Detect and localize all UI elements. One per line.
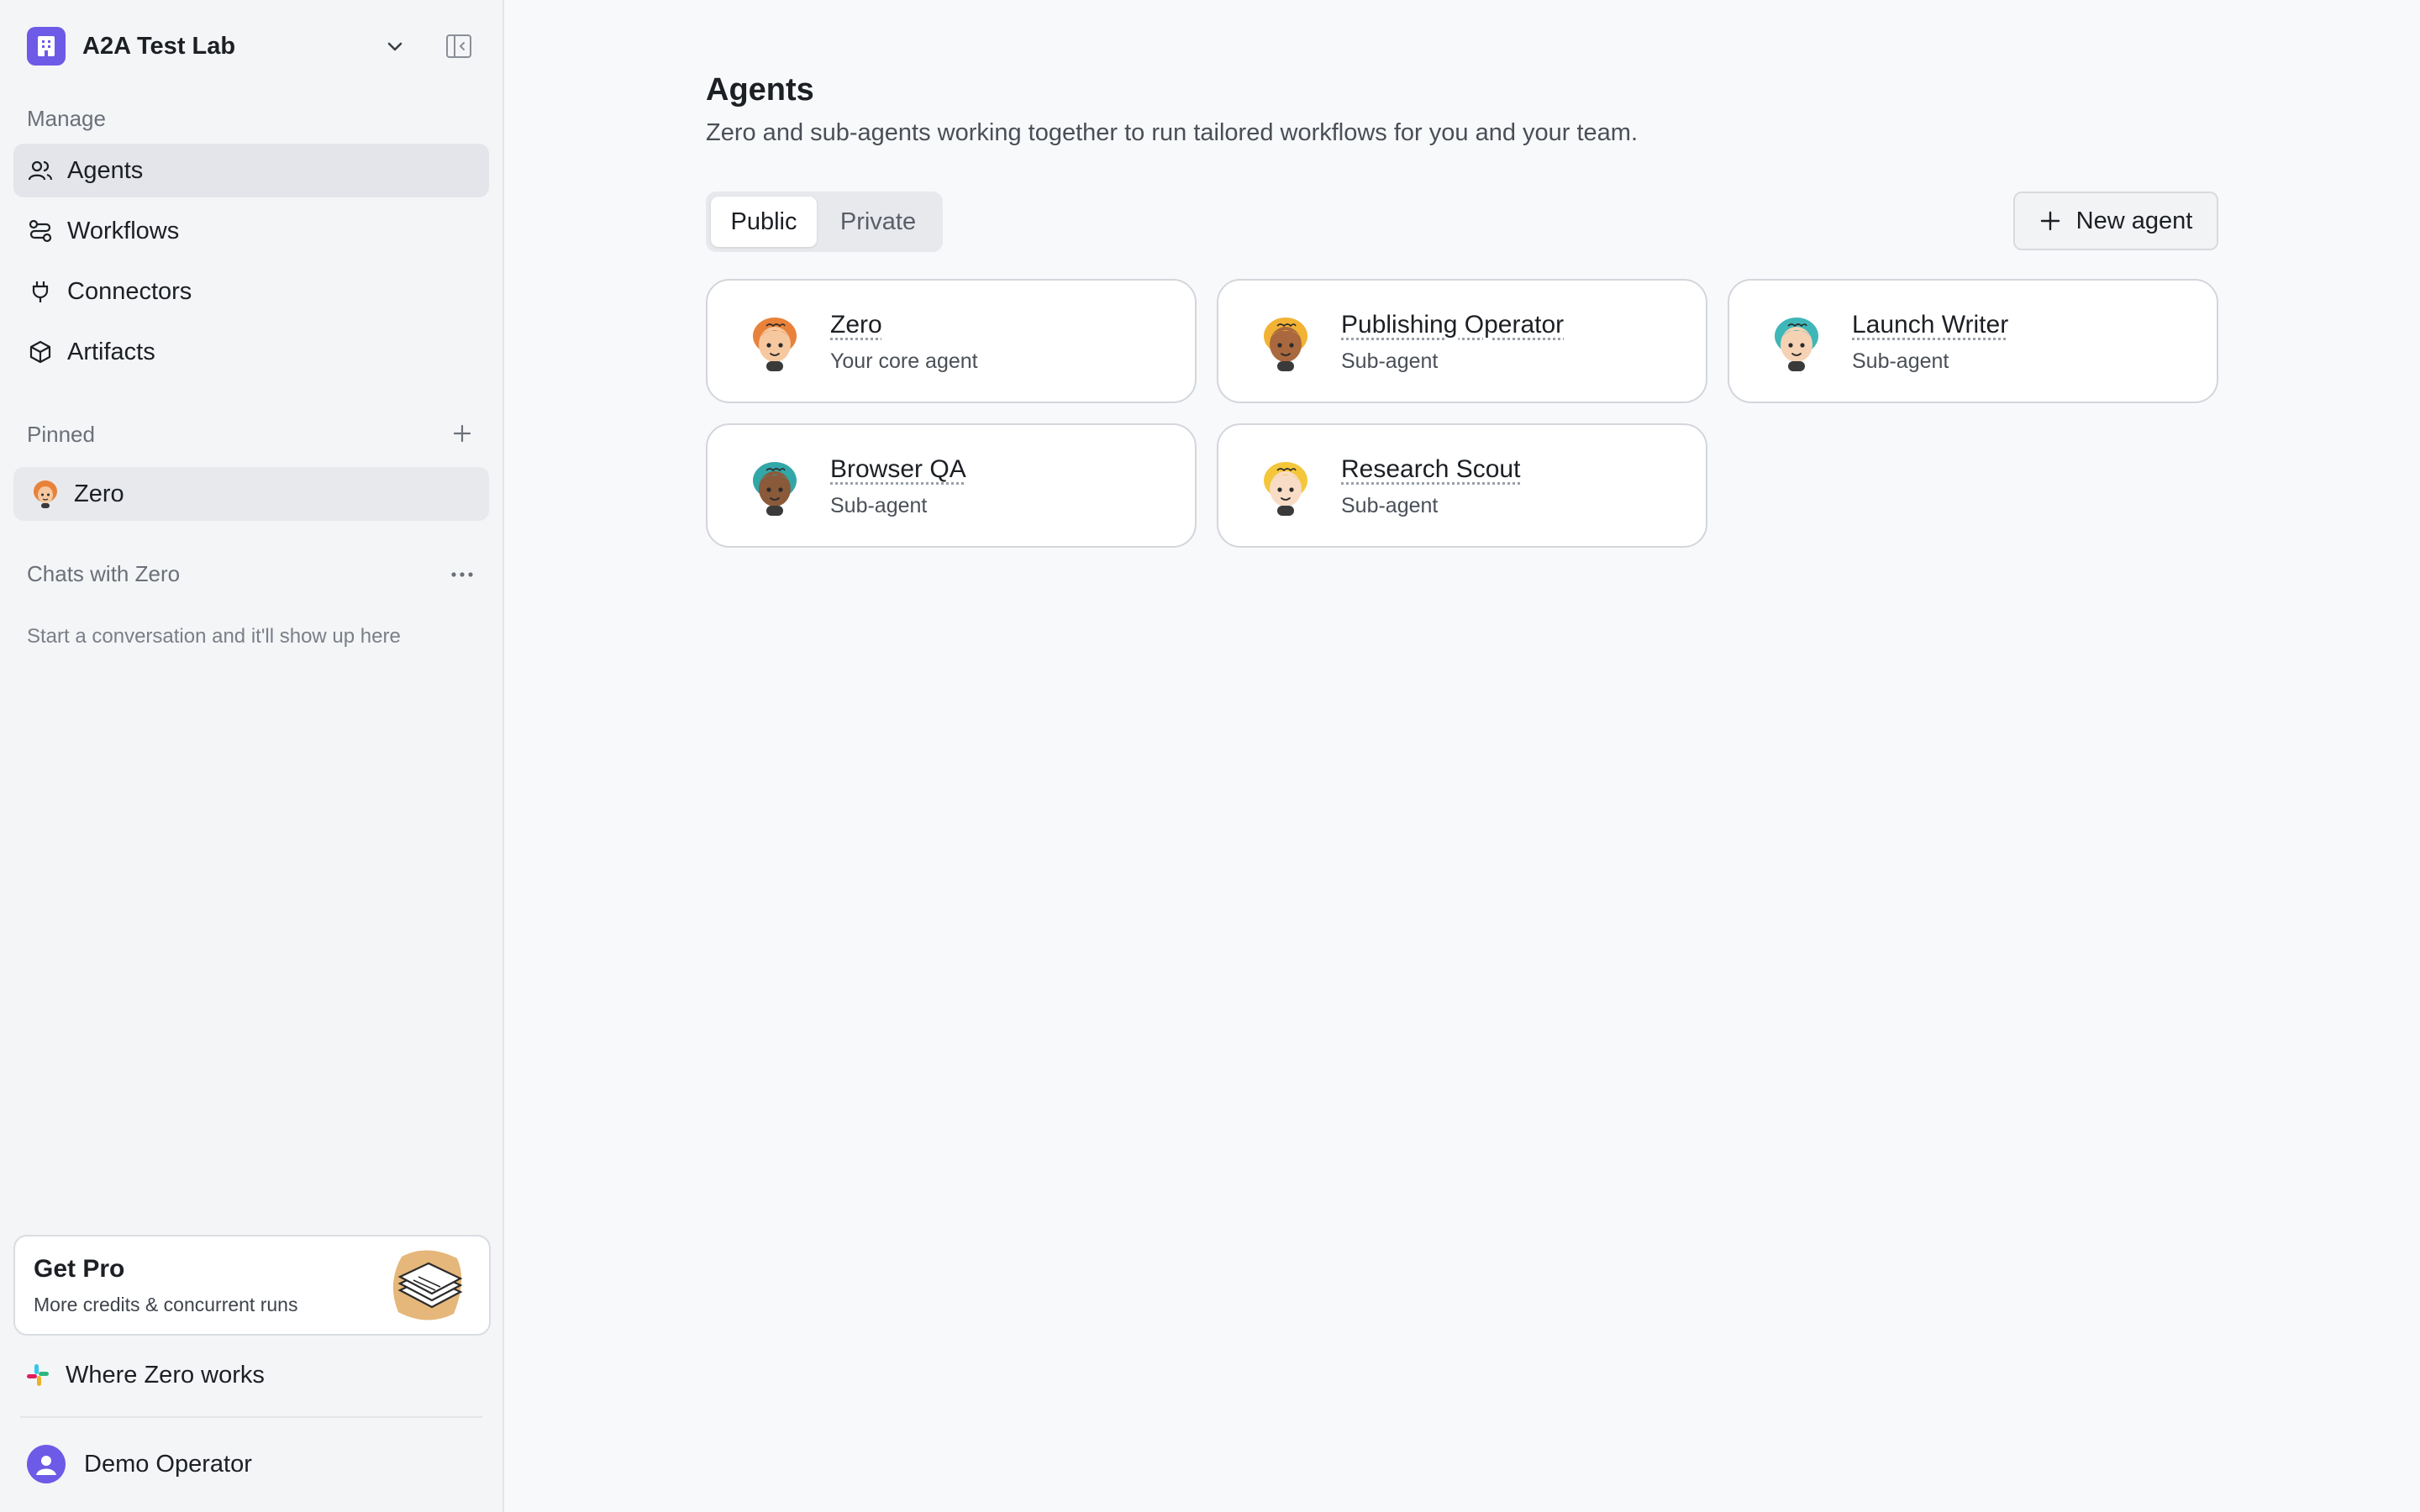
get-pro-title: Get Pro <box>34 1255 125 1283</box>
agent-name: Launch Writer <box>1852 311 2009 339</box>
research-scout-avatar-icon <box>1264 462 1307 516</box>
sidebar-item-agents[interactable]: Agents <box>13 144 489 197</box>
new-agent-button[interactable]: New agent <box>2013 192 2218 250</box>
agent-role: Sub-agent <box>830 494 928 517</box>
browser-qa-avatar-icon <box>753 462 797 516</box>
plus-icon <box>2040 211 2060 231</box>
pinned-item-zero[interactable]: Zero <box>13 467 489 521</box>
new-agent-label: New agent <box>2075 207 2193 234</box>
collapse-sidebar-icon[interactable] <box>444 31 474 61</box>
get-pro-subtitle: More credits & concurrent runs <box>34 1294 298 1315</box>
tab-public[interactable]: Public <box>711 197 817 247</box>
pinned-label: Pinned <box>27 422 95 447</box>
agent-name: Browser QA <box>830 455 966 483</box>
add-pin-icon[interactable] <box>449 420 476 447</box>
sidebar-item-label: Connectors <box>67 277 192 305</box>
workspace-name: A2A Test Lab <box>82 32 236 60</box>
sidebar-item-artifacts[interactable]: Artifacts <box>13 325 489 379</box>
user-menu[interactable]: Demo Operator <box>27 1443 252 1485</box>
agent-name: Research Scout <box>1341 455 1521 483</box>
agent-card-publishing-operator[interactable]: Publishing Operator Sub-agent <box>1217 279 1707 403</box>
chats-empty-note: Start a conversation and it'll show up h… <box>27 625 401 648</box>
agent-name: Publishing Operator <box>1341 311 1565 339</box>
more-options-icon[interactable] <box>447 563 477 586</box>
chats-label: Chats with Zero <box>27 561 181 586</box>
tab-private[interactable]: Private <box>818 197 938 247</box>
user-name: Demo Operator <box>84 1450 252 1478</box>
zero-avatar-icon <box>753 318 797 371</box>
zero-avatar-icon <box>34 480 57 508</box>
stack-illustration-icon <box>392 1250 463 1320</box>
sidebar-item-connectors[interactable]: Connectors <box>13 265 489 318</box>
agent-card-browser-qa[interactable]: Browser QA Sub-agent <box>706 423 1197 548</box>
visibility-tabs: Public Private <box>706 192 943 252</box>
users-icon <box>27 157 54 184</box>
avatar <box>27 1445 66 1483</box>
agent-card-zero[interactable]: Zero Your core agent <box>706 279 1197 403</box>
page-description: Zero and sub-agents working together to … <box>706 119 1639 146</box>
box-icon <box>27 339 54 365</box>
where-zero-works-link[interactable]: Where Zero works <box>25 1356 265 1394</box>
agent-role: Sub-agent <box>1341 349 1439 373</box>
agent-role: Your core agent <box>830 349 978 373</box>
manage-label: Manage <box>27 106 106 131</box>
sidebar-divider <box>20 1416 482 1418</box>
get-pro-card[interactable]: Get Pro More credits & concurrent runs <box>13 1235 491 1336</box>
agent-name: Zero <box>830 311 882 339</box>
sidebar-item-label: Artifacts <box>67 338 155 365</box>
workspace-switcher[interactable]: A2A Test Lab <box>27 27 476 66</box>
workflow-icon <box>27 218 54 244</box>
publishing-operator-avatar-icon <box>1264 318 1307 371</box>
agent-role: Sub-agent <box>1852 349 1949 373</box>
workspace-logo-icon <box>27 27 66 66</box>
agent-card-research-scout[interactable]: Research Scout Sub-agent <box>1217 423 1707 548</box>
user-icon <box>36 1456 56 1475</box>
pinned-item-label: Zero <box>74 480 124 507</box>
page-title: Agents <box>706 72 814 108</box>
plug-icon <box>27 278 54 305</box>
where-zero-works-label: Where Zero works <box>66 1361 265 1389</box>
agent-card-launch-writer[interactable]: Launch Writer Sub-agent <box>1728 279 2218 403</box>
launch-writer-avatar-icon <box>1775 318 1818 371</box>
sidebar-item-workflows[interactable]: Workflows <box>13 204 489 258</box>
sidebar-item-label: Workflows <box>67 217 180 244</box>
chevron-down-icon[interactable] <box>383 34 407 58</box>
agent-role: Sub-agent <box>1341 494 1439 517</box>
sidebar-item-label: Agents <box>67 156 144 184</box>
slack-icon <box>27 1364 49 1386</box>
sidebar: A2A Test Lab Manage Agents Workflows Con… <box>0 0 504 1512</box>
